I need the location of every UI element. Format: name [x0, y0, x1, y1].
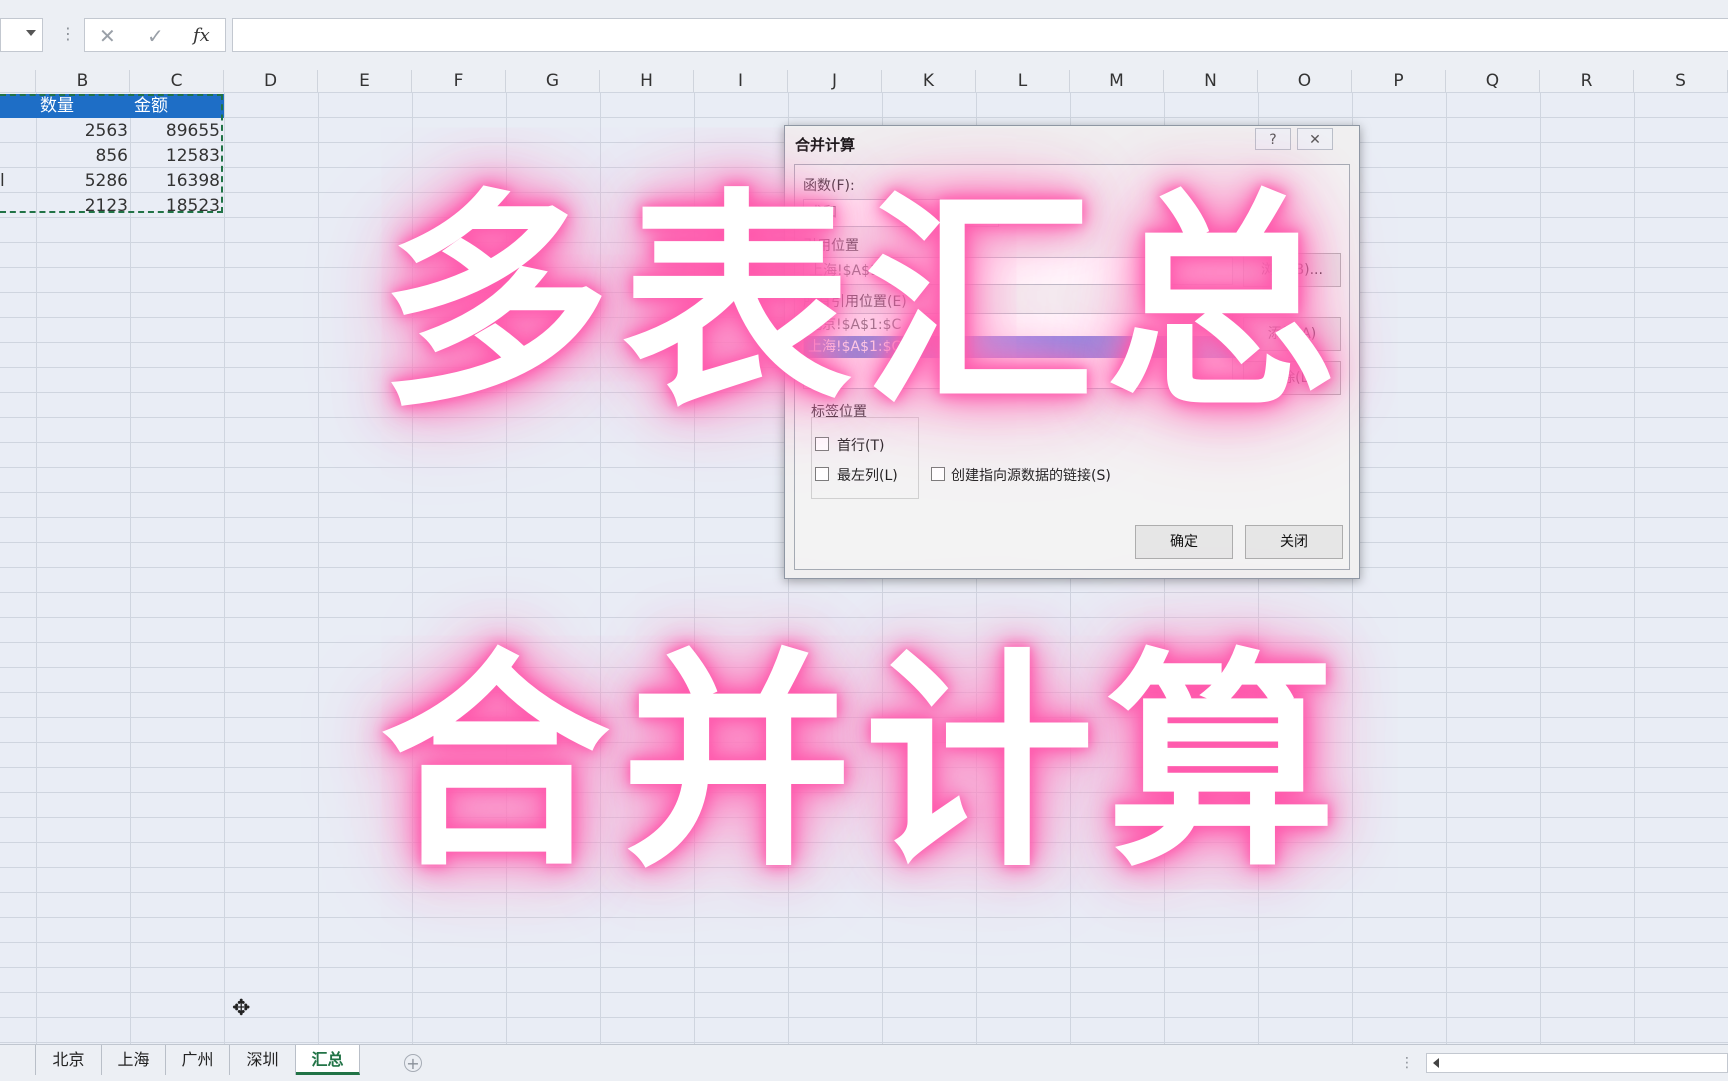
column-header-k[interactable]: K	[882, 70, 976, 92]
more-icon: ⋮	[1400, 1055, 1414, 1071]
column-header-a[interactable]	[0, 70, 36, 92]
help-icon[interactable]: ?	[1255, 128, 1291, 150]
column-header-f[interactable]: F	[412, 70, 506, 92]
column-headers: BCDEFGHIJKLMNOPQRS	[0, 70, 1728, 93]
left-column-label[interactable]: 最左列(L)	[837, 465, 898, 485]
column-header-l[interactable]: L	[976, 70, 1070, 92]
more-icon: ⋮	[60, 24, 76, 43]
first-row-checkbox[interactable]	[815, 437, 829, 451]
first-row-label[interactable]: 首行(T)	[837, 435, 884, 455]
close-button[interactable]: 关闭	[1245, 525, 1343, 559]
dialog-title: 合并计算	[795, 136, 856, 154]
sheet-tab-shanghai[interactable]: 上海	[102, 1045, 166, 1075]
formula-input[interactable]	[232, 18, 1728, 52]
column-header-e[interactable]: E	[318, 70, 412, 92]
overlay-title-line1: 多表汇总	[379, 171, 1348, 438]
column-header-q[interactable]: Q	[1446, 70, 1540, 92]
sheet-tab-summary[interactable]: 汇总	[296, 1045, 360, 1075]
cross-cursor-icon: ✥	[232, 996, 251, 1021]
tab-nav[interactable]	[0, 1045, 36, 1075]
column-header-g[interactable]: G	[506, 70, 600, 92]
column-header-o[interactable]: O	[1258, 70, 1352, 92]
column-header-d[interactable]: D	[224, 70, 318, 92]
column-header-h[interactable]: H	[600, 70, 694, 92]
column-header-j[interactable]: J	[788, 70, 882, 92]
column-header-p[interactable]: P	[1352, 70, 1446, 92]
column-header-n[interactable]: N	[1164, 70, 1258, 92]
column-header-r[interactable]: R	[1540, 70, 1634, 92]
add-sheet-icon[interactable]: +	[404, 1054, 422, 1072]
column-header-m[interactable]: M	[1070, 70, 1164, 92]
scroll-left-icon[interactable]	[1433, 1058, 1439, 1068]
column-header-b[interactable]: B	[36, 70, 130, 92]
confirm-icon[interactable]: ✓	[147, 24, 164, 48]
formula-buttons: ✕ ✓ fx	[84, 18, 226, 52]
name-box[interactable]	[0, 18, 43, 52]
link-source-checkbox[interactable]	[931, 467, 945, 481]
ok-button[interactable]: 确定	[1135, 525, 1233, 559]
formula-bar: ⋮ ✕ ✓ fx	[0, 0, 1728, 71]
cancel-icon[interactable]: ✕	[99, 24, 116, 48]
column-header-s[interactable]: S	[1634, 70, 1728, 92]
fx-icon[interactable]: fx	[193, 25, 210, 46]
link-source-label[interactable]: 创建指向源数据的链接(S)	[951, 465, 1111, 485]
sheet-tab-shenzhen[interactable]: 深圳	[230, 1045, 296, 1075]
chevron-down-icon[interactable]	[26, 30, 36, 36]
close-icon[interactable]: ✕	[1297, 128, 1333, 150]
sheet-tab-guangzhou[interactable]: 广州	[166, 1045, 230, 1075]
sheet-tab-beijing[interactable]: 北京	[36, 1045, 102, 1075]
left-column-checkbox[interactable]	[815, 467, 829, 481]
sheet-tab-bar: 北京 上海 广州 深圳 汇总 + ⋮	[0, 1044, 1728, 1081]
overlay-title-line2: 合并计算	[379, 631, 1348, 898]
column-header-c[interactable]: C	[130, 70, 224, 92]
column-header-i[interactable]: I	[694, 70, 788, 92]
horizontal-scrollbar[interactable]	[1426, 1053, 1728, 1073]
